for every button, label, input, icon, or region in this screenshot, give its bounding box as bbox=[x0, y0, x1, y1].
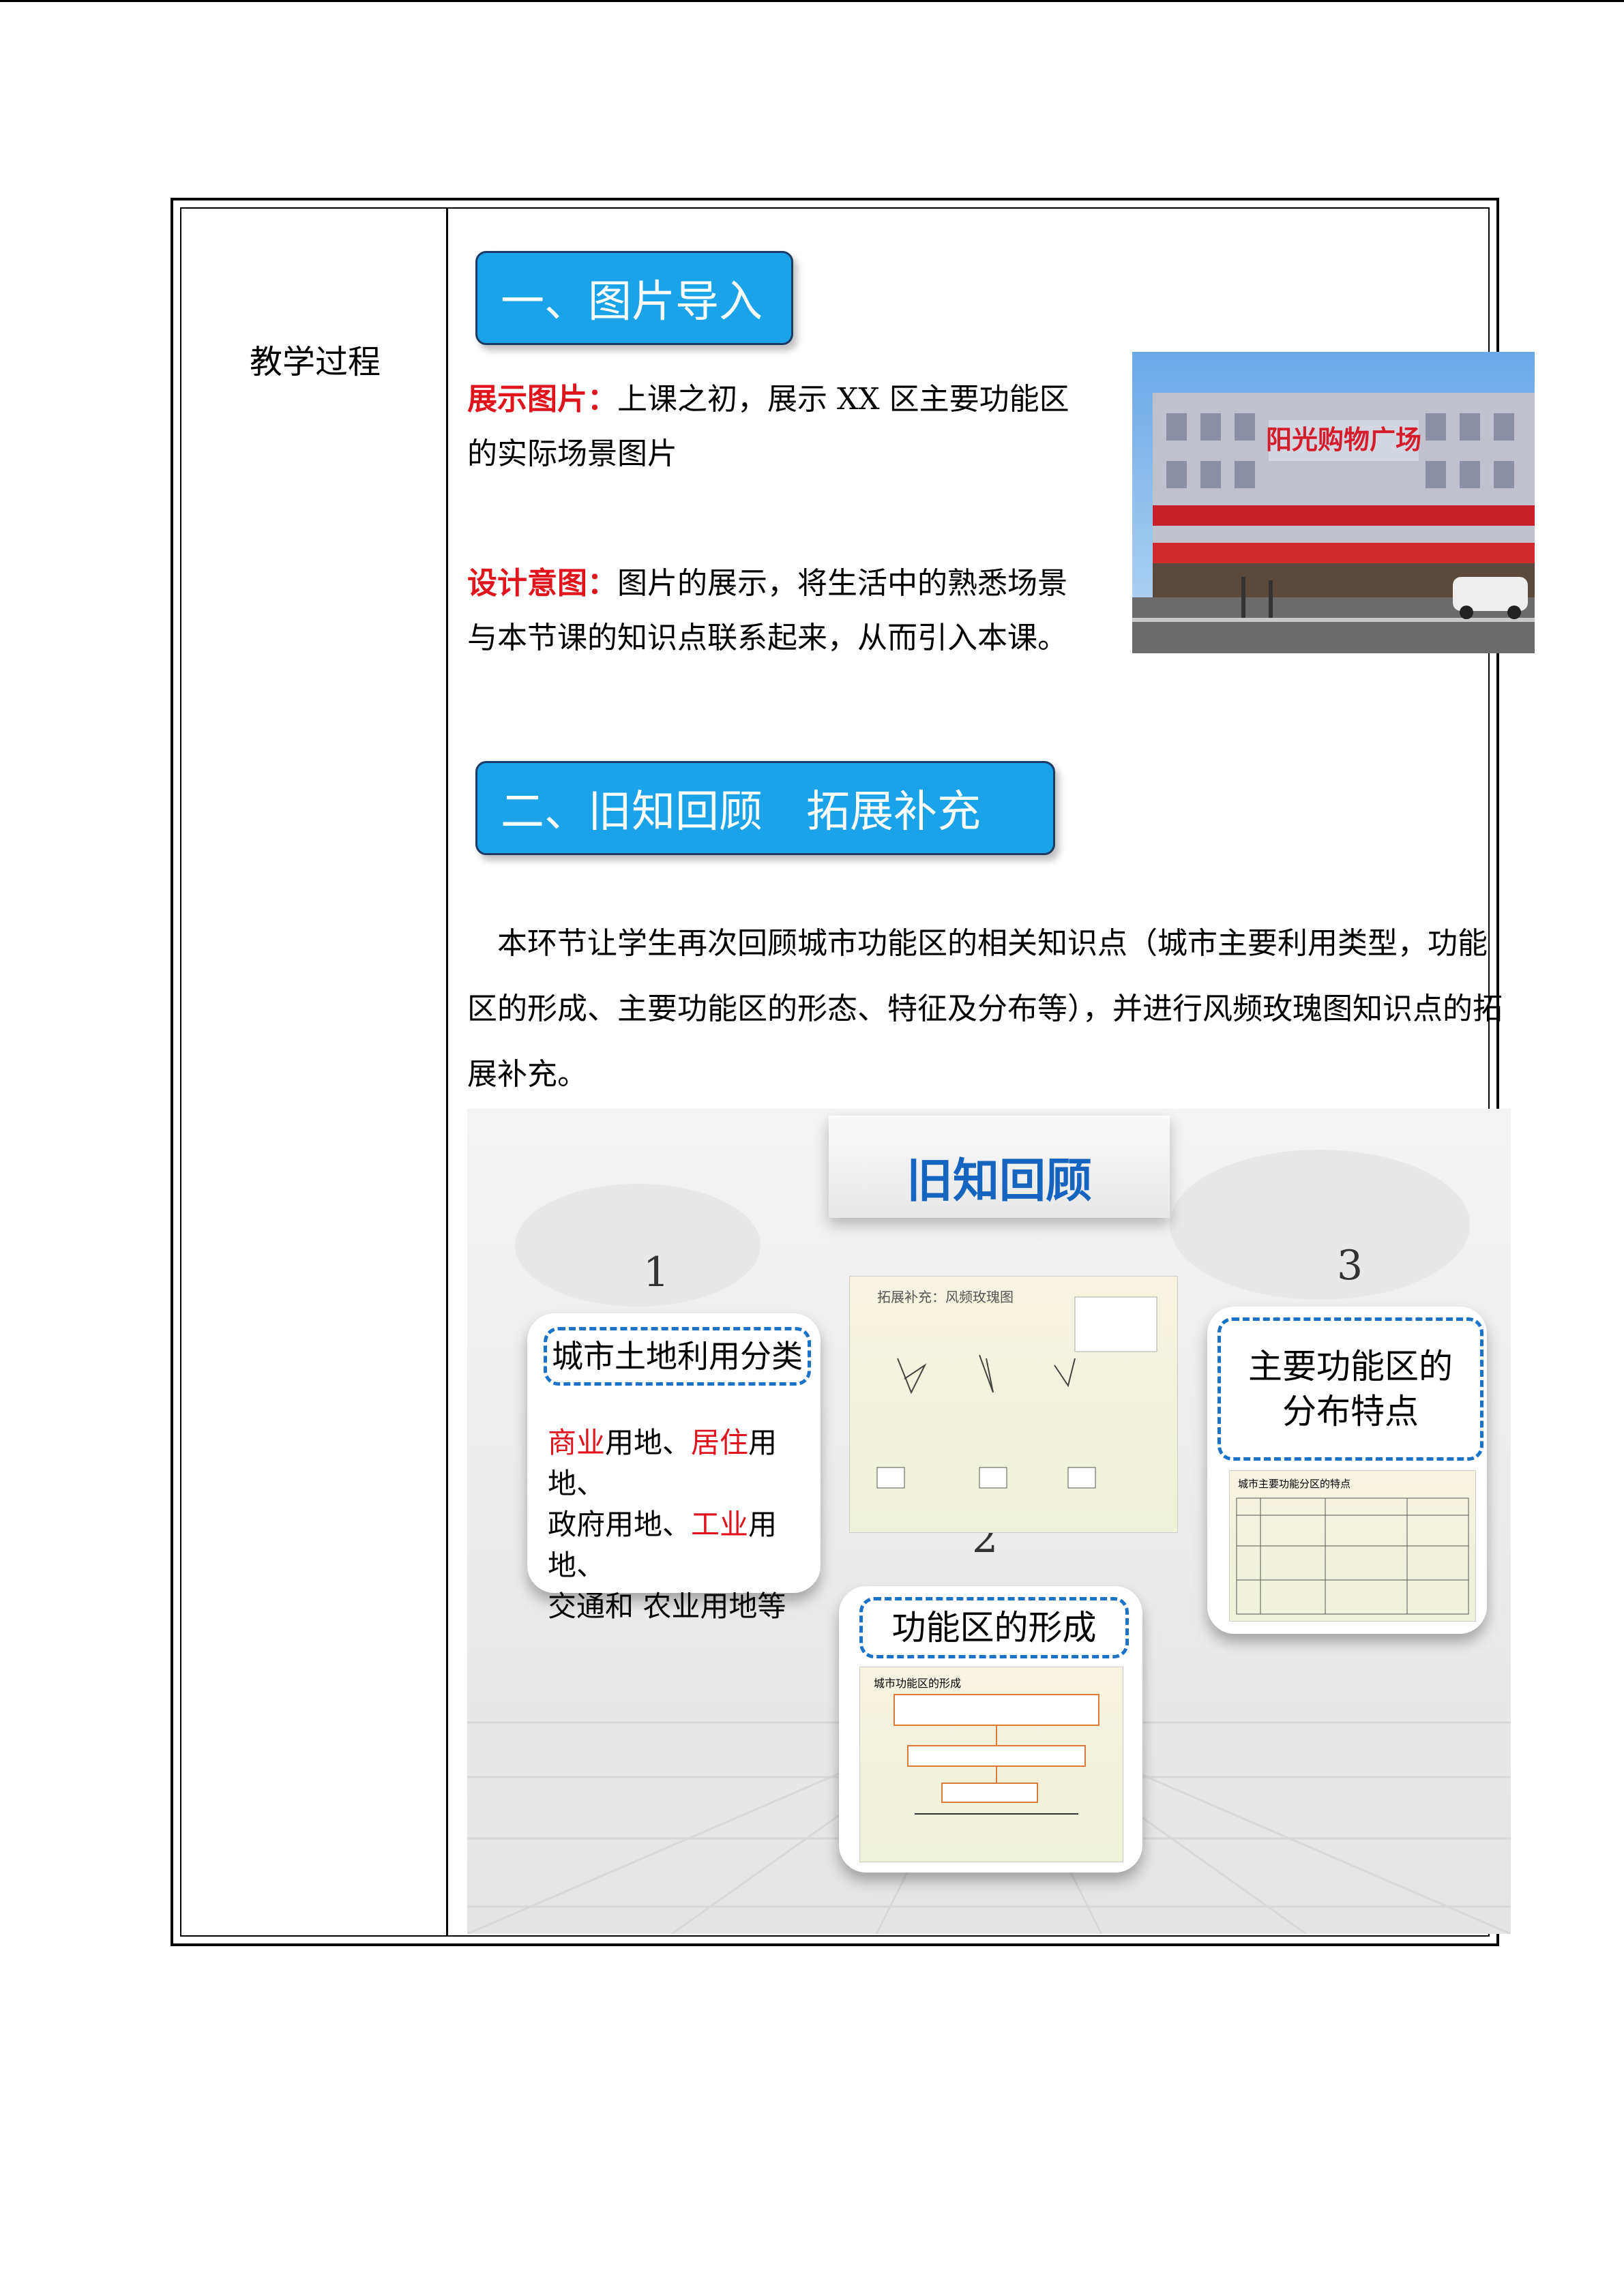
show-image-label: 展示图片： bbox=[467, 382, 617, 417]
card3-title-line2: 分布特点 bbox=[1282, 1392, 1419, 1431]
card-land-use: 城市土地利用分类 商业用地、居住用地、 政府用地、工业用地、 交通和 农业用地等 bbox=[527, 1313, 821, 1623]
thumbnail-wind-rose: 拓展补充：风频玫瑰图 bbox=[849, 1276, 1178, 1533]
card1-body: 商业用地、居住用地、 政府用地、工业用地、 交通和 农业用地等 bbox=[548, 1422, 821, 1627]
thumb2-flowchart bbox=[894, 1694, 1099, 1815]
lesson-table-inner: 教学过程 一、图片导入 展示图片：上课之初，展示 XX 区主要功能区的实际场景图… bbox=[180, 207, 1535, 1937]
section1-header: 一、图片导入 bbox=[475, 251, 793, 345]
card1-text-1: 用地、 bbox=[605, 1426, 692, 1459]
review-paragraph: 本环节让学生再次回顾城市功能区的相关知识点（城市主要利用类型，功能区的形成、主要… bbox=[467, 926, 1503, 1092]
slide-title: 旧知回顾 bbox=[906, 1154, 1092, 1208]
card3-title-line1: 主要功能区的 bbox=[1248, 1347, 1453, 1386]
lesson-table: 教学过程 一、图片导入 展示图片：上课之初，展示 XX 区主要功能区的实际场景图… bbox=[171, 198, 1535, 1946]
item-number-1: 1 bbox=[643, 1249, 670, 1296]
photo-sign-text: 阳光购物广场 bbox=[1266, 425, 1421, 455]
shopping-plaza-photo: 阳光购物广场 bbox=[1132, 352, 1535, 653]
top-rule bbox=[0, 0, 1624, 2]
card1-text-5: 交通和 农业用地等 bbox=[548, 1590, 786, 1623]
card1-title: 城市土地利用分类 bbox=[544, 1327, 811, 1386]
item-number-3: 3 bbox=[1337, 1242, 1363, 1289]
card-formation: 功能区的形成 城市功能区的形成 bbox=[839, 1586, 1142, 1873]
photo-illustration: 阳光购物广场 bbox=[1132, 352, 1535, 653]
card1-commerce: 商业 bbox=[548, 1426, 606, 1459]
section1-title: 一、图片导入 bbox=[501, 277, 763, 327]
card2-title: 功能区的形成 bbox=[859, 1597, 1129, 1658]
slide-title-bar: 旧知回顾 bbox=[829, 1116, 1170, 1218]
content-cell: 一、图片导入 展示图片：上课之初，展示 XX 区主要功能区的实际场景图片 设计意… bbox=[448, 209, 1535, 1935]
thumbnail-formation: 城市功能区的形成 bbox=[859, 1667, 1123, 1862]
thumb3-table bbox=[1236, 1497, 1469, 1615]
design-intent-paragraph: 设计意图：图片的展示，将生活中的熟悉场景与本节课的知识点联系起来，从而引入本课。 bbox=[467, 556, 1081, 666]
thumbnail-distribution: 城市主要功能分区的特点 bbox=[1229, 1470, 1476, 1622]
section2-title: 二、旧知回顾 拓展补充 bbox=[501, 787, 981, 837]
card1-text-3: 政府用地、 bbox=[548, 1508, 692, 1541]
card1-industry: 工业 bbox=[691, 1508, 749, 1541]
review-slide: 旧知回顾 1 2 3 城市土地利用分类 商业用地、居住用地、 政府用地、工业用地… bbox=[467, 1109, 1511, 1934]
row-label: 教学过程 bbox=[250, 343, 381, 381]
section2-header: 二、旧知回顾 拓展补充 bbox=[475, 761, 1055, 855]
card-distribution: 主要功能区的 分布特点 城市主要功能分区的特点 bbox=[1207, 1307, 1487, 1634]
design-intent-label: 设计意图： bbox=[467, 566, 617, 601]
card3-title: 主要功能区的 分布特点 bbox=[1217, 1317, 1483, 1461]
thumb1-diagram bbox=[876, 1296, 1157, 1489]
card1-residence: 居住 bbox=[691, 1426, 749, 1459]
show-image-paragraph: 展示图片：上课之初，展示 XX 区主要功能区的实际场景图片 bbox=[467, 372, 1081, 481]
